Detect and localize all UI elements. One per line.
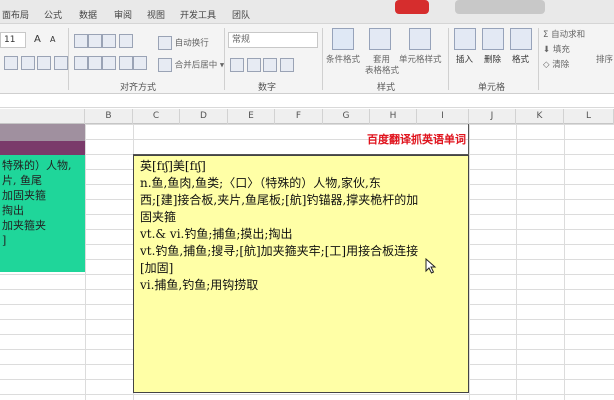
definition-line: 固夹箍 <box>140 210 177 224</box>
cell-line: 掏出 <box>2 204 24 217</box>
table-format-button-bottom[interactable]: 表格格式 <box>365 64 399 76</box>
ribbon-separator <box>322 28 323 90</box>
formula-bar-area <box>0 95 614 108</box>
annotation-scribble <box>395 0 429 14</box>
cell-style-icon[interactable] <box>409 28 431 50</box>
tab-page-layout[interactable]: 面布局 <box>2 8 29 21</box>
highlighted-cell[interactable]: 特殊的）人物, 片, 鱼尾 加固夹箍 掏出 加夹箍夹 ] <box>0 155 85 272</box>
definition-line: vt.& vi.钓鱼;捕鱼;摸出;掏出 <box>140 227 293 241</box>
insert-icon[interactable] <box>454 28 476 50</box>
wrap-text-label: 自动换行 <box>174 38 209 49</box>
fill-down-icon: ⬇ <box>543 45 551 55</box>
definition-line: vi.捕鱼,钓鱼;用钩捞取 <box>140 278 259 292</box>
tab-review[interactable]: 审阅 <box>114 8 132 21</box>
column-header-i[interactable]: I <box>417 109 469 124</box>
column-header-d[interactable]: D <box>180 109 228 124</box>
merge-center-label: 合并后居中 <box>174 60 218 71</box>
pronunciation-line: 英[fɪʃ]美[fɪʃ] <box>140 159 206 173</box>
definition-line: 西;[建]接合板,夹片,鱼尾板;[航]钓锚器,撑夹桅杆的加 <box>140 193 419 207</box>
format-button[interactable]: 格式 <box>512 53 529 65</box>
ribbon-tab-bar: 面布局 公式 数据 审阅 视图 开发工具 团队 <box>0 0 614 24</box>
cell-line: 片, 鱼尾 <box>2 174 42 187</box>
delete-icon[interactable] <box>482 28 504 50</box>
font-size-select[interactable]: 11 <box>0 32 26 48</box>
eraser-icon: ◇ <box>543 60 550 70</box>
wrap-text-button[interactable]: 自动换行 <box>158 36 209 50</box>
align-horizontal-row[interactable] <box>74 56 147 70</box>
number-format-buttons[interactable] <box>230 58 295 72</box>
sigma-icon: Σ <box>543 30 549 40</box>
tab-developer[interactable]: 开发工具 <box>180 8 216 21</box>
merge-center-button[interactable]: 合并后居中 ▾ <box>158 58 224 72</box>
merge-center-icon <box>158 58 172 72</box>
column-header-a[interactable] <box>0 109 85 124</box>
group-label-number: 数字 <box>258 83 277 93</box>
cell-line: ] <box>2 234 7 247</box>
sheet-title-cell[interactable]: 百度翻译抓英语单词 <box>296 131 466 147</box>
ribbon-separator <box>538 28 539 90</box>
insert-button[interactable]: 插入 <box>456 53 473 65</box>
align-top-row[interactable] <box>74 34 133 48</box>
cell-line: 加固夹箍 <box>2 189 46 202</box>
clear-button[interactable]: ◇ 清除 <box>543 58 569 70</box>
wrap-text-icon <box>158 36 172 50</box>
number-format-select[interactable]: 常规 <box>228 32 318 48</box>
ribbon-separator <box>448 28 449 90</box>
conditional-format-button[interactable]: 条件格式 <box>326 53 360 65</box>
column-header-k[interactable]: K <box>516 109 564 124</box>
mouse-pointer-icon <box>425 258 437 274</box>
definition-line: n.鱼,鱼肉,鱼类;〈口〉（特殊的）人物,家伙,东 <box>140 176 381 190</box>
column-header-l[interactable]: L <box>564 109 614 124</box>
column-header-e[interactable]: E <box>228 109 275 124</box>
header-cell-band-dark <box>0 141 85 155</box>
translation-comment-box: 英[fɪʃ]美[fɪʃ] n.鱼,鱼肉,鱼类;〈口〉（特殊的）人物,家伙,东 西… <box>133 155 469 393</box>
autosum-button[interactable]: Σ 自动求和 <box>543 28 585 40</box>
ribbon-separator <box>68 28 69 90</box>
tab-team[interactable]: 团队 <box>232 8 250 21</box>
group-label-alignment: 对齐方式 <box>120 83 157 93</box>
cell-line: 加夹箍夹 <box>2 219 46 232</box>
format-icon[interactable] <box>510 28 532 50</box>
fill-button[interactable]: ⬇ 填充 <box>543 43 570 55</box>
fill-label: 填充 <box>552 45 570 55</box>
definition-line: [加固] <box>140 261 174 275</box>
group-label-cells: 单元格 <box>478 83 506 93</box>
clear-label: 清除 <box>552 60 570 70</box>
column-header-b[interactable]: B <box>85 109 133 124</box>
font-buttons-row[interactable] <box>4 56 69 70</box>
tab-formulas[interactable]: 公式 <box>44 8 62 21</box>
shrink-font-button[interactable]: A <box>50 35 55 44</box>
column-header-g[interactable]: G <box>323 109 370 124</box>
ribbon: 11 A A 自动换行 合并后居中 ▾ 对齐方式 常规 数字 条件格式 套用 表… <box>0 24 614 94</box>
tab-data[interactable]: 数据 <box>79 8 97 21</box>
header-cell-band <box>0 124 85 141</box>
group-label-styles: 样式 <box>377 83 396 93</box>
column-header-f[interactable]: F <box>275 109 323 124</box>
ribbon-separator <box>224 28 225 90</box>
cell-style-button[interactable]: 单元格样式 <box>399 53 442 65</box>
delete-button[interactable]: 删除 <box>484 53 501 65</box>
table-format-icon[interactable] <box>369 28 391 50</box>
column-header-c[interactable]: C <box>133 109 180 124</box>
cell-line: 特殊的）人物, <box>2 159 72 172</box>
autosum-label: 自动求和 <box>551 30 586 40</box>
grow-font-button[interactable]: A <box>34 34 41 45</box>
column-header-row: B C D E F G H I J K L <box>0 109 614 124</box>
annotation-scribble <box>455 0 545 14</box>
column-header-j[interactable]: J <box>469 109 516 124</box>
column-header-h[interactable]: H <box>370 109 417 124</box>
tab-view[interactable]: 视图 <box>147 8 165 21</box>
sort-button[interactable]: 排序 <box>596 53 613 65</box>
definition-line: vt.钓鱼,捕鱼;搜寻;[航]加夹箍夹牢;[工]用接合板连接 <box>140 244 419 258</box>
conditional-format-icon[interactable] <box>332 28 354 50</box>
